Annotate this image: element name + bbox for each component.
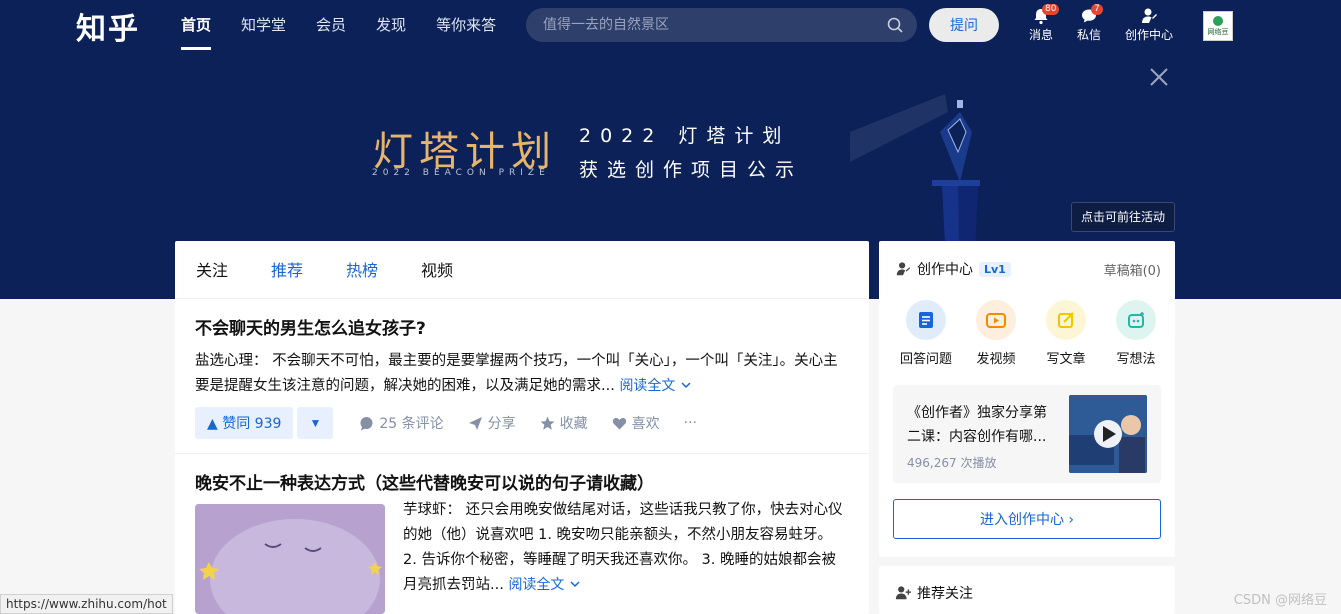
feed-card: 晚安不止一种表达方式（这些代替晚安可以说的句子请收藏） 芋球虾： 还只会用晚安做… xyxy=(175,454,869,614)
collect-label: 收藏 xyxy=(559,416,588,432)
creator-icon xyxy=(896,262,911,276)
creator-center-label: 创作中心 xyxy=(1125,28,1174,42)
star-icon xyxy=(540,416,555,430)
promo-video-thumbnail[interactable] xyxy=(1069,395,1147,473)
promo-views: 496,267 次播放 xyxy=(907,456,997,470)
banner-cta-button[interactable]: 点击可前往活动 xyxy=(1071,202,1175,232)
recommended-follows-panel: 推荐关注 xyxy=(879,566,1175,614)
heart-icon xyxy=(612,417,626,429)
comments-button[interactable]: 25 条评论 xyxy=(359,413,444,433)
creator-icon xyxy=(1142,8,1157,23)
post-video-button[interactable]: 发视频 xyxy=(961,300,1031,367)
video-icon xyxy=(976,300,1016,340)
card-title[interactable]: 晚安不止一种表达方式（这些代替晚安可以说的句子请收藏） xyxy=(195,472,849,496)
write-article-label: 写文章 xyxy=(1046,352,1086,367)
card-excerpt[interactable]: 芋球虾： 还只会用晚安做结尾对话，这些话我只教了你，快去对心仪的她（他）说喜欢吧… xyxy=(403,498,849,614)
card-excerpt[interactable]: 盐选心理： 不会聊天不可怕，最主要的是要掌握两个技巧，一个叫「关心」，一个叫「关… xyxy=(195,349,849,399)
like-label: 喜欢 xyxy=(631,416,660,432)
banner-subtitle-en: 2022 BEACON PRIZE xyxy=(372,168,550,178)
close-icon[interactable] xyxy=(1148,66,1170,88)
idea-icon xyxy=(1116,300,1156,340)
zhihu-logo[interactable]: 知乎 xyxy=(76,4,140,48)
share-icon xyxy=(468,416,482,430)
status-bar-url: https://www.zhihu.com/hot xyxy=(0,594,173,614)
comment-icon xyxy=(360,416,373,430)
level-badge: Lv1 xyxy=(979,261,1011,277)
promo-title: 《创作者》独家分享第二课：内容创作有哪... xyxy=(907,405,1047,445)
banner-line-1: 2022 灯塔计划 xyxy=(579,125,791,147)
creator-center-title: 创作中心 xyxy=(917,262,973,278)
private-messages-label: 私信 xyxy=(1077,28,1102,42)
write-icon xyxy=(1046,300,1086,340)
messages-label: 消息 xyxy=(1029,28,1054,42)
sleeping-cartoon-image xyxy=(195,504,385,614)
card-thumbnail[interactable] xyxy=(195,504,385,614)
feed-panel: 关注 推荐 热榜 视频 不会聊天的男生怎么追女孩子? 盐选心理： 不会聊天不可怕… xyxy=(175,241,869,614)
creator-tools: 回答问题 发视频 写文章 写想法 xyxy=(891,300,1171,367)
video-thumbnail-image xyxy=(1069,395,1147,473)
card-body: 芋球虾： 还只会用晚安做结尾对话，这些话我只教了你，快去对心仪的她（他）说喜欢吧… xyxy=(195,502,849,614)
nav-discover[interactable]: 发现 xyxy=(376,0,406,52)
write-article-button[interactable]: 写文章 xyxy=(1031,300,1101,367)
private-messages-button[interactable]: 7 私信 xyxy=(1077,4,1103,43)
search-input[interactable] xyxy=(526,8,856,42)
comments-label: 25 条评论 xyxy=(379,416,444,432)
creator-promo-card[interactable]: 《创作者》独家分享第二课：内容创作有哪... 496,267 次播放 xyxy=(893,385,1161,483)
read-more-link[interactable]: 阅读全文 xyxy=(508,577,580,593)
banner-line-2: 获选创作项目公示 xyxy=(579,159,804,181)
card-excerpt-text: 盐选心理： 不会聊天不可怕，最主要的是要掌握两个技巧，一个叫「关心」，一个叫「关… xyxy=(195,353,838,394)
private-messages-badge: 7 xyxy=(1091,4,1103,15)
card-excerpt-text: 芋球虾： 还只会用晚安做结尾对话，这些话我只教了你，快去对心仪的她（他）说喜欢吧… xyxy=(403,502,843,593)
chevron-down-icon xyxy=(681,382,691,389)
main-nav: 首页 知学堂 会员 发现 等你来答 xyxy=(181,0,526,52)
top-navbar: 知乎 首页 知学堂 会员 发现 等你来答 提问 80 消息 7 私信 创作中心 … xyxy=(0,0,1341,52)
feed-tabs: 关注 推荐 热榜 视频 xyxy=(175,241,869,299)
search-icon[interactable] xyxy=(887,17,903,33)
share-label: 分享 xyxy=(487,416,516,432)
ask-question-button[interactable]: 提问 xyxy=(929,8,999,42)
drafts-link[interactable]: 草稿箱(0) xyxy=(1104,260,1161,279)
answer-question-label: 回答问题 xyxy=(899,352,952,367)
chevron-down-icon xyxy=(570,581,580,588)
messages-badge: 80 xyxy=(1042,4,1060,15)
read-more-label: 阅读全文 xyxy=(508,577,565,593)
creator-center-button[interactable]: 创作中心 xyxy=(1125,7,1173,43)
feed-card: 不会聊天的男生怎么追女孩子? 盐选心理： 不会聊天不可怕，最主要的是要掌握两个技… xyxy=(175,299,869,454)
write-idea-label: 写想法 xyxy=(1116,352,1156,367)
avatar[interactable]: 网络豆 xyxy=(1203,11,1233,41)
creator-center-header: 创作中心 Lv1 xyxy=(895,259,1011,279)
answer-question-button[interactable]: 回答问题 xyxy=(891,300,961,367)
read-more-link[interactable]: 阅读全文 xyxy=(619,378,691,394)
nav-home[interactable]: 首页 xyxy=(181,0,212,52)
watermark: CSDN @网络豆 xyxy=(1233,593,1327,608)
enter-creator-center-button[interactable]: 进入创作中心 › xyxy=(893,499,1161,539)
collect-button[interactable]: 收藏 xyxy=(540,413,588,433)
messages-button[interactable]: 80 消息 xyxy=(1029,4,1060,43)
vote-up-button[interactable]: ▲ 赞同 939 xyxy=(195,407,294,439)
recommended-follows-title: 推荐关注 xyxy=(917,586,973,602)
nav-membership[interactable]: 会员 xyxy=(316,0,346,52)
recommended-follows-header: 推荐关注 xyxy=(895,583,973,603)
share-button[interactable]: 分享 xyxy=(468,413,516,433)
search-box xyxy=(526,8,917,42)
card-actions: ▲ 赞同 939 ▼ 25 条评论 分享 收藏 喜欢 ··· xyxy=(195,407,849,439)
more-options-button[interactable]: ··· xyxy=(684,415,697,431)
add-user-icon xyxy=(895,586,911,600)
tab-following[interactable]: 关注 xyxy=(196,241,228,298)
avatar-text: 网络豆 xyxy=(1207,28,1229,36)
tab-video[interactable]: 视频 xyxy=(421,241,453,298)
avatar-logo-icon xyxy=(1213,16,1223,26)
tab-hot[interactable]: 热榜 xyxy=(346,241,378,298)
nav-waiting-answers[interactable]: 等你来答 xyxy=(436,0,496,52)
tab-recommend[interactable]: 推荐 xyxy=(271,241,303,298)
creator-center-panel: 创作中心 Lv1 草稿箱(0) 回答问题 发视频 写文章 写想法 《创作者》独家… xyxy=(879,241,1175,557)
read-more-label: 阅读全文 xyxy=(619,378,676,394)
write-idea-button[interactable]: 写想法 xyxy=(1101,300,1171,367)
nav-zhixuetang[interactable]: 知学堂 xyxy=(241,0,286,52)
post-video-label: 发视频 xyxy=(976,352,1016,367)
vote-down-button[interactable]: ▼ xyxy=(297,407,334,439)
like-button[interactable]: 喜欢 xyxy=(612,413,660,433)
answer-icon xyxy=(906,300,946,340)
card-title[interactable]: 不会聊天的男生怎么追女孩子? xyxy=(195,317,849,341)
